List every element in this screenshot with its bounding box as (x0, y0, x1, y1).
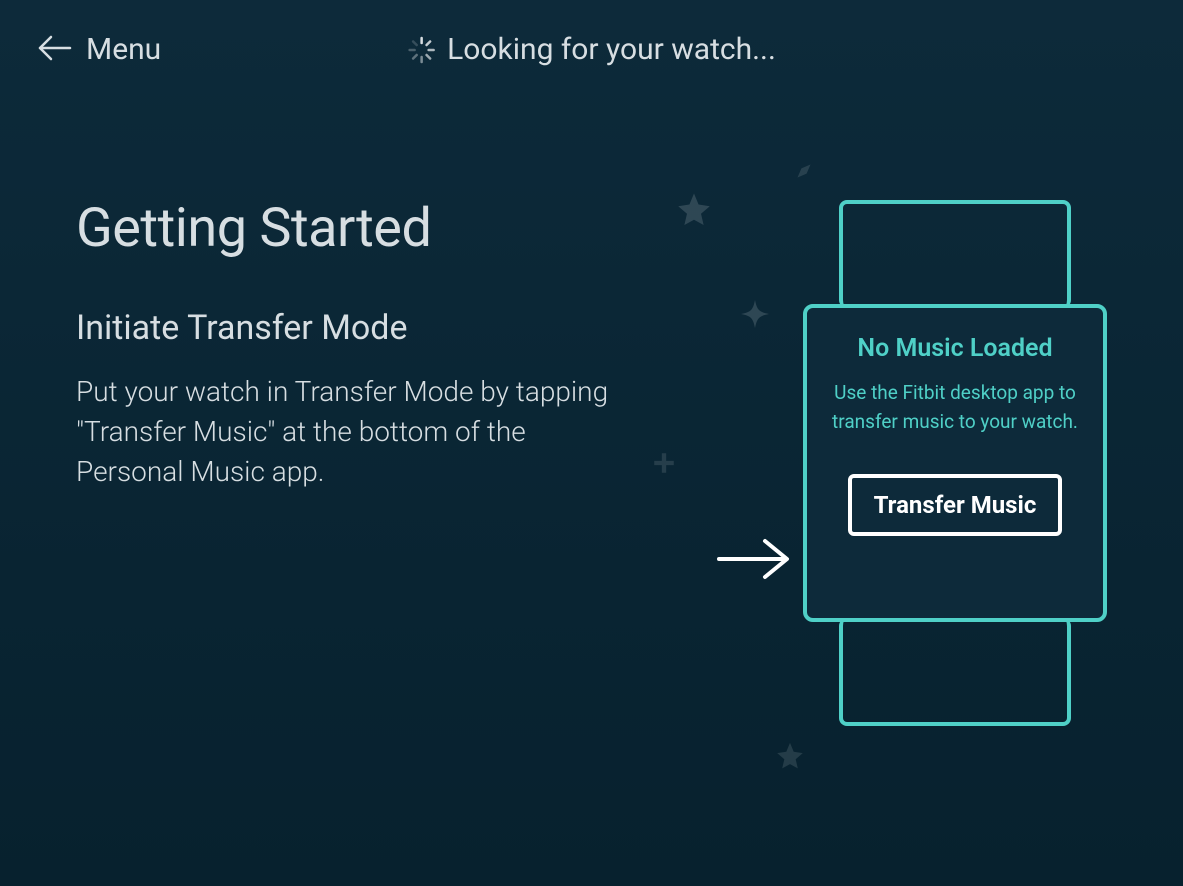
plus-icon (651, 450, 677, 476)
watch-band-bottom (839, 618, 1071, 726)
star-icon (673, 190, 715, 232)
diamond-icon (793, 160, 815, 182)
header: Menu Looking for your watch... (0, 0, 1183, 67)
watch-screen-desc: Use the Fitbit desktop app to transfer m… (825, 379, 1085, 436)
arrow-left-icon (36, 34, 72, 66)
watch-band-top (839, 200, 1071, 308)
sparkle-icon (721, 290, 769, 338)
watch-screen-title: No Music Loaded (857, 334, 1052, 363)
instructions-column: Getting Started Initiate Transfer Mode P… (76, 197, 636, 491)
watch-face: No Music Loaded Use the Fitbit desktop a… (803, 304, 1107, 622)
section-subtitle: Initiate Transfer Mode (76, 308, 636, 348)
page-title: Getting Started (76, 197, 636, 260)
watch-illustration: No Music Loaded Use the Fitbit desktop a… (593, 120, 1133, 800)
menu-button[interactable]: Menu (36, 32, 161, 67)
spinner-icon (407, 36, 435, 64)
status-bar: Looking for your watch... (407, 32, 776, 67)
star-icon (773, 740, 807, 774)
status-text: Looking for your watch... (447, 32, 776, 67)
transfer-music-button: Transfer Music (848, 474, 1063, 536)
watch-outline: No Music Loaded Use the Fitbit desktop a… (803, 200, 1107, 726)
instruction-text: Put your watch in Transfer Mode by tappi… (76, 372, 636, 491)
menu-label: Menu (86, 32, 161, 67)
arrow-right-icon (715, 535, 793, 587)
